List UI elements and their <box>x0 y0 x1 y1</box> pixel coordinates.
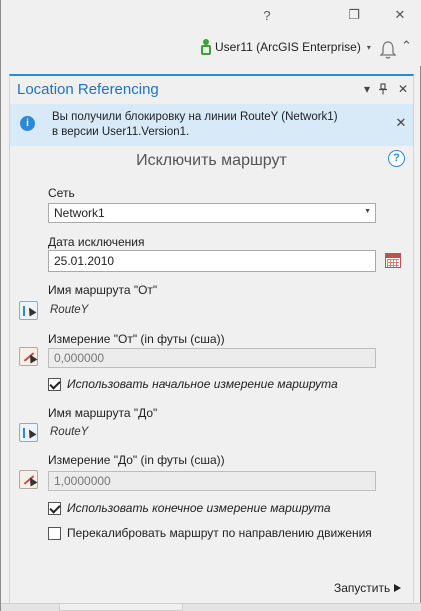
from-measure-label: Измерение "От" (in футы (сша)) <box>48 332 225 346</box>
user-icon <box>201 39 211 55</box>
recalibrate-checkbox[interactable] <box>48 527 61 540</box>
run-button[interactable]: Запустить <box>334 581 402 595</box>
retire-date-input[interactable]: 25.01.2010 <box>48 250 376 272</box>
title-bar: ? ❐ ✕ <box>1 0 421 30</box>
info-line-2: в версии User11.Version1. <box>52 126 190 138</box>
chevron-down-icon: ▾ <box>366 42 371 52</box>
close-window-button[interactable]: ✕ <box>390 5 410 25</box>
restore-button[interactable]: ❐ <box>344 5 364 25</box>
run-label: Запустить <box>334 581 391 595</box>
collapse-ribbon-button[interactable]: ⌃ <box>401 38 415 58</box>
to-route-value: RouteY <box>50 426 89 438</box>
location-referencing-pane: Location Referencing ▾ ✕ i Вы получили б… <box>9 74 414 611</box>
select-to-measure-icon[interactable] <box>19 470 38 489</box>
calendar-icon[interactable] <box>385 253 401 268</box>
user-menu[interactable]: User11 (ArcGIS Enterprise) ▾ <box>201 39 371 55</box>
network-label: Сеть <box>48 186 75 200</box>
network-value: Network1 <box>54 206 105 220</box>
pane-title: Location Referencing <box>17 81 159 98</box>
info-icon: i <box>20 116 35 131</box>
app-window: ? ❐ ✕ User11 (ArcGIS Enterprise) ▾ ⌃ Loc… <box>0 0 421 611</box>
retire-date-label: Дата исключения <box>48 235 145 249</box>
help-icon[interactable]: ? <box>388 150 405 167</box>
help-button[interactable]: ? <box>257 5 277 25</box>
to-measure-label: Измерение "До" (in футы (сша)) <box>48 453 225 467</box>
info-message: Вы получили блокировку на линии RouteY (… <box>52 110 382 140</box>
user-bar: User11 (ArcGIS Enterprise) ▾ <box>1 30 421 66</box>
info-message-bar: i Вы получили блокировку на линии RouteY… <box>10 104 413 146</box>
pane-close-button[interactable]: ✕ <box>396 81 410 97</box>
info-close-button[interactable]: ✕ <box>394 116 408 130</box>
pane-menu-button[interactable]: ▾ <box>360 81 374 97</box>
select-from-route-icon[interactable] <box>19 301 38 320</box>
pin-icon[interactable] <box>378 83 388 95</box>
network-select[interactable]: Network1 ▼ <box>48 203 376 223</box>
use-end-measure-label: Использовать конечное измерение маршрута <box>67 501 331 515</box>
from-route-label: Имя маршрута "От" <box>48 283 158 297</box>
play-icon <box>394 584 402 592</box>
tool-title: Исключить маршрут <box>136 152 287 169</box>
select-from-measure-icon[interactable] <box>19 347 38 366</box>
use-start-measure-label: Использовать начальное измерение маршрут… <box>67 377 338 391</box>
chevron-down-icon: ▼ <box>364 208 371 215</box>
info-line-1: Вы получили блокировку на линии RouteY (… <box>52 111 338 123</box>
to-measure-input[interactable]: 1,0000000 <box>48 471 376 491</box>
bottom-tab-strip <box>1 603 421 611</box>
user-name: User11 (ArcGIS Enterprise) <box>215 40 361 54</box>
select-to-route-icon[interactable] <box>19 423 38 442</box>
bottom-tab[interactable] <box>59 604 183 611</box>
pane-header: Location Referencing ▾ ✕ <box>10 76 413 104</box>
recalibrate-label: Перекалибровать маршрут по направлению д… <box>67 526 372 540</box>
from-route-value: RouteY <box>50 304 89 316</box>
from-measure-input[interactable]: 0,000000 <box>48 348 376 368</box>
to-route-label: Имя маршрута "До" <box>48 406 158 420</box>
use-end-measure-checkbox[interactable] <box>48 502 61 515</box>
use-start-measure-checkbox[interactable] <box>48 378 61 391</box>
notification-bell-icon[interactable] <box>379 40 397 60</box>
